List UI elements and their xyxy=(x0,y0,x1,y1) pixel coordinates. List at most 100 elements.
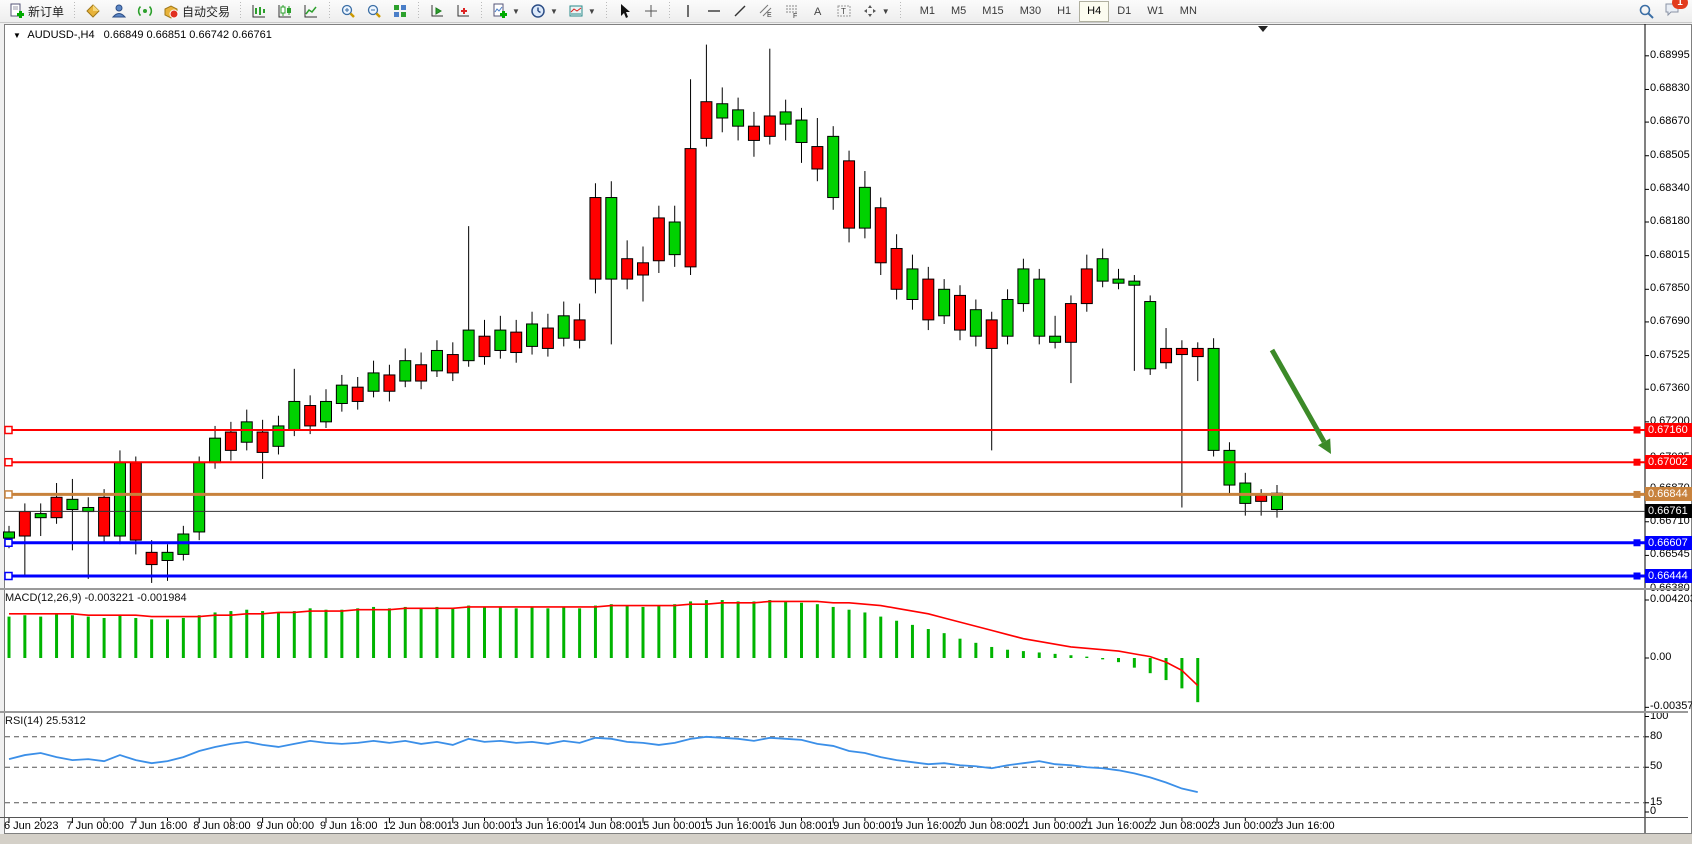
line-anchor-marker[interactable] xyxy=(1634,573,1640,579)
candle[interactable] xyxy=(368,373,379,391)
candle[interactable] xyxy=(1192,348,1203,356)
line-anchor-marker[interactable] xyxy=(5,427,12,434)
line-anchor-marker[interactable] xyxy=(5,491,12,498)
candle[interactable] xyxy=(114,463,125,536)
candle[interactable] xyxy=(812,147,823,169)
candle[interactable] xyxy=(51,497,62,517)
candle[interactable] xyxy=(1018,269,1029,304)
candle[interactable] xyxy=(384,375,395,391)
candle[interactable] xyxy=(669,222,680,255)
candle[interactable] xyxy=(35,514,46,518)
candle[interactable] xyxy=(923,279,934,320)
candle[interactable] xyxy=(939,289,950,316)
candle[interactable] xyxy=(1034,279,1045,336)
line-anchor-marker[interactable] xyxy=(5,459,12,466)
candle[interactable] xyxy=(1081,269,1092,304)
candle[interactable] xyxy=(844,161,855,228)
candle[interactable] xyxy=(542,328,553,348)
candle[interactable] xyxy=(1113,279,1124,283)
candle[interactable] xyxy=(1065,304,1076,343)
candle[interactable] xyxy=(1129,281,1140,285)
candle[interactable] xyxy=(400,361,411,381)
candle[interactable] xyxy=(859,187,870,228)
candle[interactable] xyxy=(321,401,332,421)
candle[interactable] xyxy=(796,120,807,142)
candle[interactable] xyxy=(527,324,538,346)
macd-signal-line xyxy=(9,601,1198,685)
candle[interactable] xyxy=(970,310,981,337)
collapse-triangle-icon[interactable]: ▼ xyxy=(13,31,21,40)
candle[interactable] xyxy=(162,552,173,560)
candle[interactable] xyxy=(257,432,268,452)
candle[interactable] xyxy=(653,218,664,261)
candle[interactable] xyxy=(574,320,585,340)
candle[interactable] xyxy=(67,499,78,509)
candle[interactable] xyxy=(748,126,759,140)
candle[interactable] xyxy=(511,332,522,352)
candle[interactable] xyxy=(701,102,712,139)
rsi-pane-separator[interactable] xyxy=(0,711,1688,713)
candle[interactable] xyxy=(431,350,442,370)
candle[interactable] xyxy=(1145,302,1156,369)
candle[interactable] xyxy=(210,438,221,462)
candle[interactable] xyxy=(1224,450,1235,485)
candle[interactable] xyxy=(685,149,696,267)
macd-pane-separator[interactable] xyxy=(0,588,1688,590)
candle[interactable] xyxy=(336,385,347,403)
candle[interactable] xyxy=(1097,259,1108,281)
candle[interactable] xyxy=(289,401,300,430)
candle[interactable] xyxy=(225,432,236,450)
candle[interactable] xyxy=(305,406,316,426)
chart-shift-marker[interactable] xyxy=(1258,26,1268,32)
candle[interactable] xyxy=(447,355,458,373)
line-anchor-marker[interactable] xyxy=(5,573,12,580)
candle[interactable] xyxy=(1176,348,1187,354)
line-anchor-marker[interactable] xyxy=(1634,459,1640,465)
candle[interactable] xyxy=(241,422,252,442)
candle[interactable] xyxy=(717,104,728,118)
candle[interactable] xyxy=(606,198,617,280)
candle[interactable] xyxy=(638,263,649,275)
line-anchor-marker[interactable] xyxy=(1634,427,1640,433)
candle[interactable] xyxy=(1256,495,1267,501)
candle[interactable] xyxy=(955,295,966,330)
line-anchor-marker[interactable] xyxy=(1634,540,1640,546)
candle[interactable] xyxy=(99,497,110,536)
candle[interactable] xyxy=(273,426,284,446)
candle[interactable] xyxy=(1208,348,1219,450)
candle[interactable] xyxy=(495,330,506,350)
time-axis-label: 19 Jun 16:00 xyxy=(891,820,955,832)
candle[interactable] xyxy=(891,249,902,290)
candle[interactable] xyxy=(1161,348,1172,362)
macd-axis-label: 0.004203 xyxy=(1650,593,1692,605)
price-tick-label: 0.67690 xyxy=(1650,315,1690,327)
candle[interactable] xyxy=(733,110,744,126)
chart-canvas[interactable] xyxy=(0,0,1692,844)
price-tick-label: 0.68015 xyxy=(1650,249,1690,261)
candle[interactable] xyxy=(479,336,490,356)
candle[interactable] xyxy=(146,552,157,564)
candle[interactable] xyxy=(558,316,569,338)
candle[interactable] xyxy=(1002,299,1013,336)
candle[interactable] xyxy=(764,116,775,136)
candle[interactable] xyxy=(986,320,997,349)
candle[interactable] xyxy=(416,365,427,381)
candle[interactable] xyxy=(622,259,633,279)
candle[interactable] xyxy=(130,463,141,540)
candle[interactable] xyxy=(780,112,791,124)
candle[interactable] xyxy=(1050,336,1061,342)
candle[interactable] xyxy=(463,330,474,361)
candle[interactable] xyxy=(828,136,839,197)
candle[interactable] xyxy=(875,208,886,263)
candle[interactable] xyxy=(352,387,363,401)
candle[interactable] xyxy=(19,512,30,536)
price-tick-label: 0.67360 xyxy=(1650,382,1690,394)
line-anchor-marker[interactable] xyxy=(1634,491,1640,497)
candle[interactable] xyxy=(194,463,205,532)
candle[interactable] xyxy=(907,269,918,300)
trend-arrow-shaft[interactable] xyxy=(1272,350,1324,442)
candle[interactable] xyxy=(4,532,15,538)
line-anchor-marker[interactable] xyxy=(5,539,12,546)
rsi-line xyxy=(9,737,1198,792)
candle[interactable] xyxy=(590,198,601,280)
